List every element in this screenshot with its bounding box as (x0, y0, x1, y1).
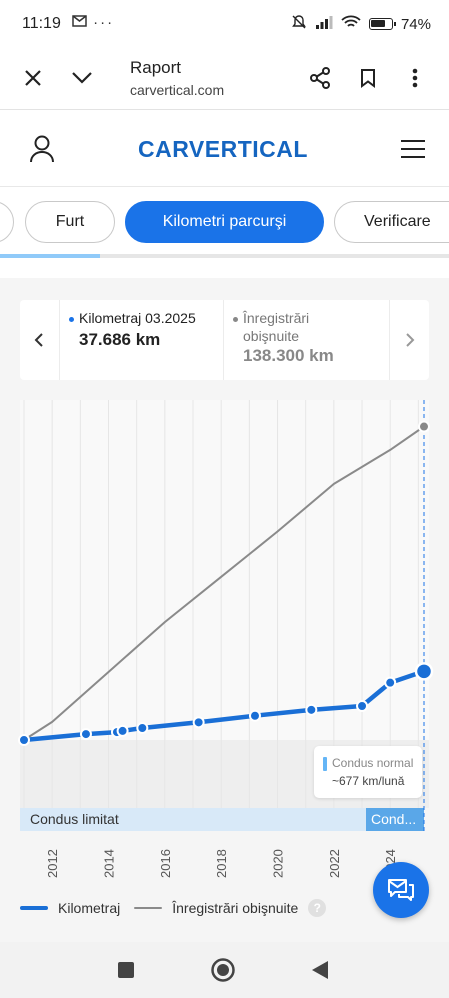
system-nav-bar (0, 942, 449, 998)
tooltip-value: ~677 km/lună (332, 774, 405, 788)
series-point-kilometraj (414, 662, 434, 681)
series-point-kilometraj (384, 676, 397, 689)
recents-icon[interactable] (112, 956, 140, 984)
band-limited-label: Condus limitat (30, 811, 119, 827)
mileage-chart: 2012201420162018202020222024 (18, 400, 434, 878)
series-point-kilometraj (248, 709, 261, 722)
chart-legend: Kilometraj Înregistrări obişnuite ? (20, 898, 327, 918)
x-tick-label: 2018 (214, 849, 229, 878)
x-tick-label: 2022 (327, 849, 342, 878)
series-point-kilometraj (18, 734, 30, 746)
x-tick-label: 2012 (45, 849, 60, 878)
back-icon[interactable] (306, 956, 334, 984)
legend-mileage-label[interactable]: Kilometraj (58, 900, 120, 916)
chat-icon (388, 879, 414, 901)
x-tick-labels: 2012201420162018202020222024 (45, 849, 398, 878)
chat-button[interactable] (373, 862, 429, 918)
band-normal-label: Cond... (371, 811, 417, 827)
driving-tooltip: Condus normal ~677 km/lună (314, 746, 422, 798)
x-tick-label: 2014 (102, 849, 117, 878)
help-icon[interactable]: ? (308, 899, 327, 917)
tooltip-title: Condus normal (332, 756, 414, 770)
series-point-kilometraj (305, 703, 318, 716)
legend-average-swatch (134, 907, 163, 909)
legend-average-label[interactable]: Înregistrări obişnuite (172, 900, 298, 916)
tooltip-swatch (323, 757, 327, 771)
series-point-inregistrari (418, 420, 430, 433)
x-tick-label: 2016 (158, 849, 173, 878)
x-tick-label: 2020 (271, 849, 286, 878)
series-point-kilometraj (192, 716, 205, 729)
home-icon[interactable] (209, 956, 237, 984)
series-point-kilometraj (79, 728, 92, 741)
series-point-kilometraj (116, 724, 129, 737)
series-point-kilometraj (356, 700, 369, 712)
series-point-kilometraj (136, 721, 149, 734)
legend-mileage-swatch (20, 906, 48, 910)
plot-background (20, 400, 429, 740)
